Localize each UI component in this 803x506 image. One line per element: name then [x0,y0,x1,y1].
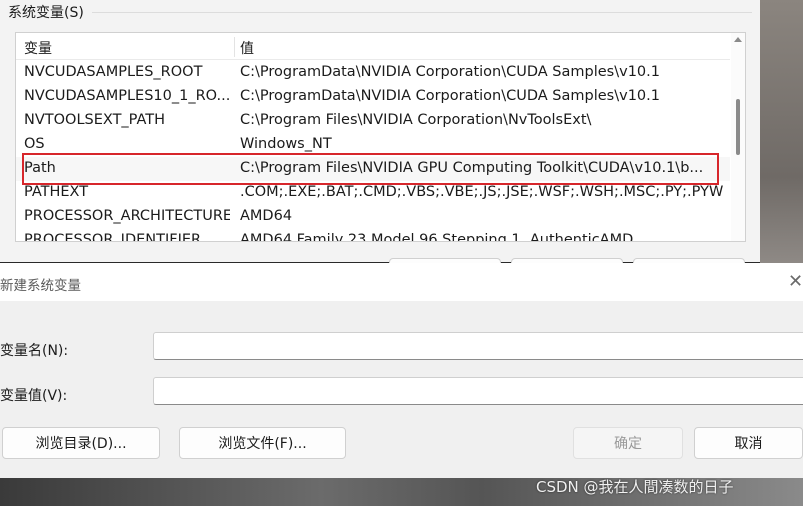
scroll-up-arrow-icon[interactable] [734,37,742,42]
dialog-body: 变量名(N): 变量值(V): 浏览目录(D)... 浏览文件(F)... 确定… [0,301,803,478]
csdn-watermark: CSDN @我在人間凑数的日子 [536,478,734,496]
variable-value: AMD64 [240,208,293,224]
variable-name: OS [24,136,45,152]
path-highlight-annotation [22,153,719,185]
variable-name: PROCESSOR_IDENTIFIER [24,232,202,242]
variable-value: AMD64 Family 23 Model 96 Stepping 1, Aut… [240,232,634,242]
environment-variables-dialog: 系统变量(S) 变量 值 NVCUDASAMPLES_ROOT C:\Progr… [0,0,760,265]
variable-name-input[interactable] [153,332,803,360]
variable-value-label: 变量值(V): [0,388,68,404]
dialog-title: 新建系统变量 [0,278,81,294]
scrollbar-thumb[interactable] [736,99,740,155]
variable-value: C:\Program Files\NVIDIA Corporation\NvTo… [240,112,592,128]
variable-value: Windows_NT [240,136,332,152]
dialog-titlebar[interactable]: 新建系统变量 ✕ [0,263,803,301]
list-item[interactable]: PROCESSOR_ARCHITECTURE AMD64 [16,205,730,229]
system-variables-group-title: 系统变量(S) [8,5,84,21]
list-item[interactable]: NVTOOLSEXT_PATH C:\Program Files\NVIDIA … [16,109,730,133]
close-icon[interactable]: ✕ [788,271,803,292]
list-item[interactable]: PROCESSOR_IDENTIFIER AMD64 Family 23 Mod… [16,229,730,242]
variable-name: PROCESSOR_ARCHITECTURE [24,208,230,224]
variable-name: NVCUDASAMPLES10_1_RO... [24,88,230,104]
vertical-scrollbar[interactable] [731,33,745,241]
variable-name: NVCUDASAMPLES_ROOT [24,64,203,80]
system-variables-list[interactable]: 变量 值 NVCUDASAMPLES_ROOT C:\ProgramData\N… [15,32,746,242]
browse-file-button[interactable]: 浏览文件(F)... [179,427,346,459]
variable-name: NVTOOLSEXT_PATH [24,112,166,128]
column-separator[interactable] [234,37,235,57]
variable-name-label: 变量名(N): [0,343,69,359]
column-header-value[interactable]: 值 [240,38,254,58]
browse-directory-button[interactable]: 浏览目录(D)... [2,427,160,459]
cancel-button[interactable]: 取消 [694,427,803,459]
list-item[interactable]: NVCUDASAMPLES_ROOT C:\ProgramData\NVIDIA… [16,61,730,85]
variable-value-input[interactable] [153,377,803,405]
column-header-name[interactable]: 变量 [24,38,52,58]
new-system-variable-dialog: 新建系统变量 ✕ 变量名(N): 变量值(V): 浏览目录(D)... 浏览文件… [0,263,803,478]
variable-value: C:\ProgramData\NVIDIA Corporation\CUDA S… [240,88,660,104]
list-item[interactable]: NVCUDASAMPLES10_1_RO... C:\ProgramData\N… [16,85,730,109]
variable-name: PATHEXT [24,184,89,200]
variable-value: .COM;.EXE;.BAT;.CMD;.VBS;.VBE;.JS;.JSE;.… [240,184,724,200]
ok-button[interactable]: 确定 [573,427,683,459]
group-divider [92,12,752,13]
variable-value: C:\ProgramData\NVIDIA Corporation\CUDA S… [240,64,660,80]
list-header: 变量 值 [16,33,730,60]
